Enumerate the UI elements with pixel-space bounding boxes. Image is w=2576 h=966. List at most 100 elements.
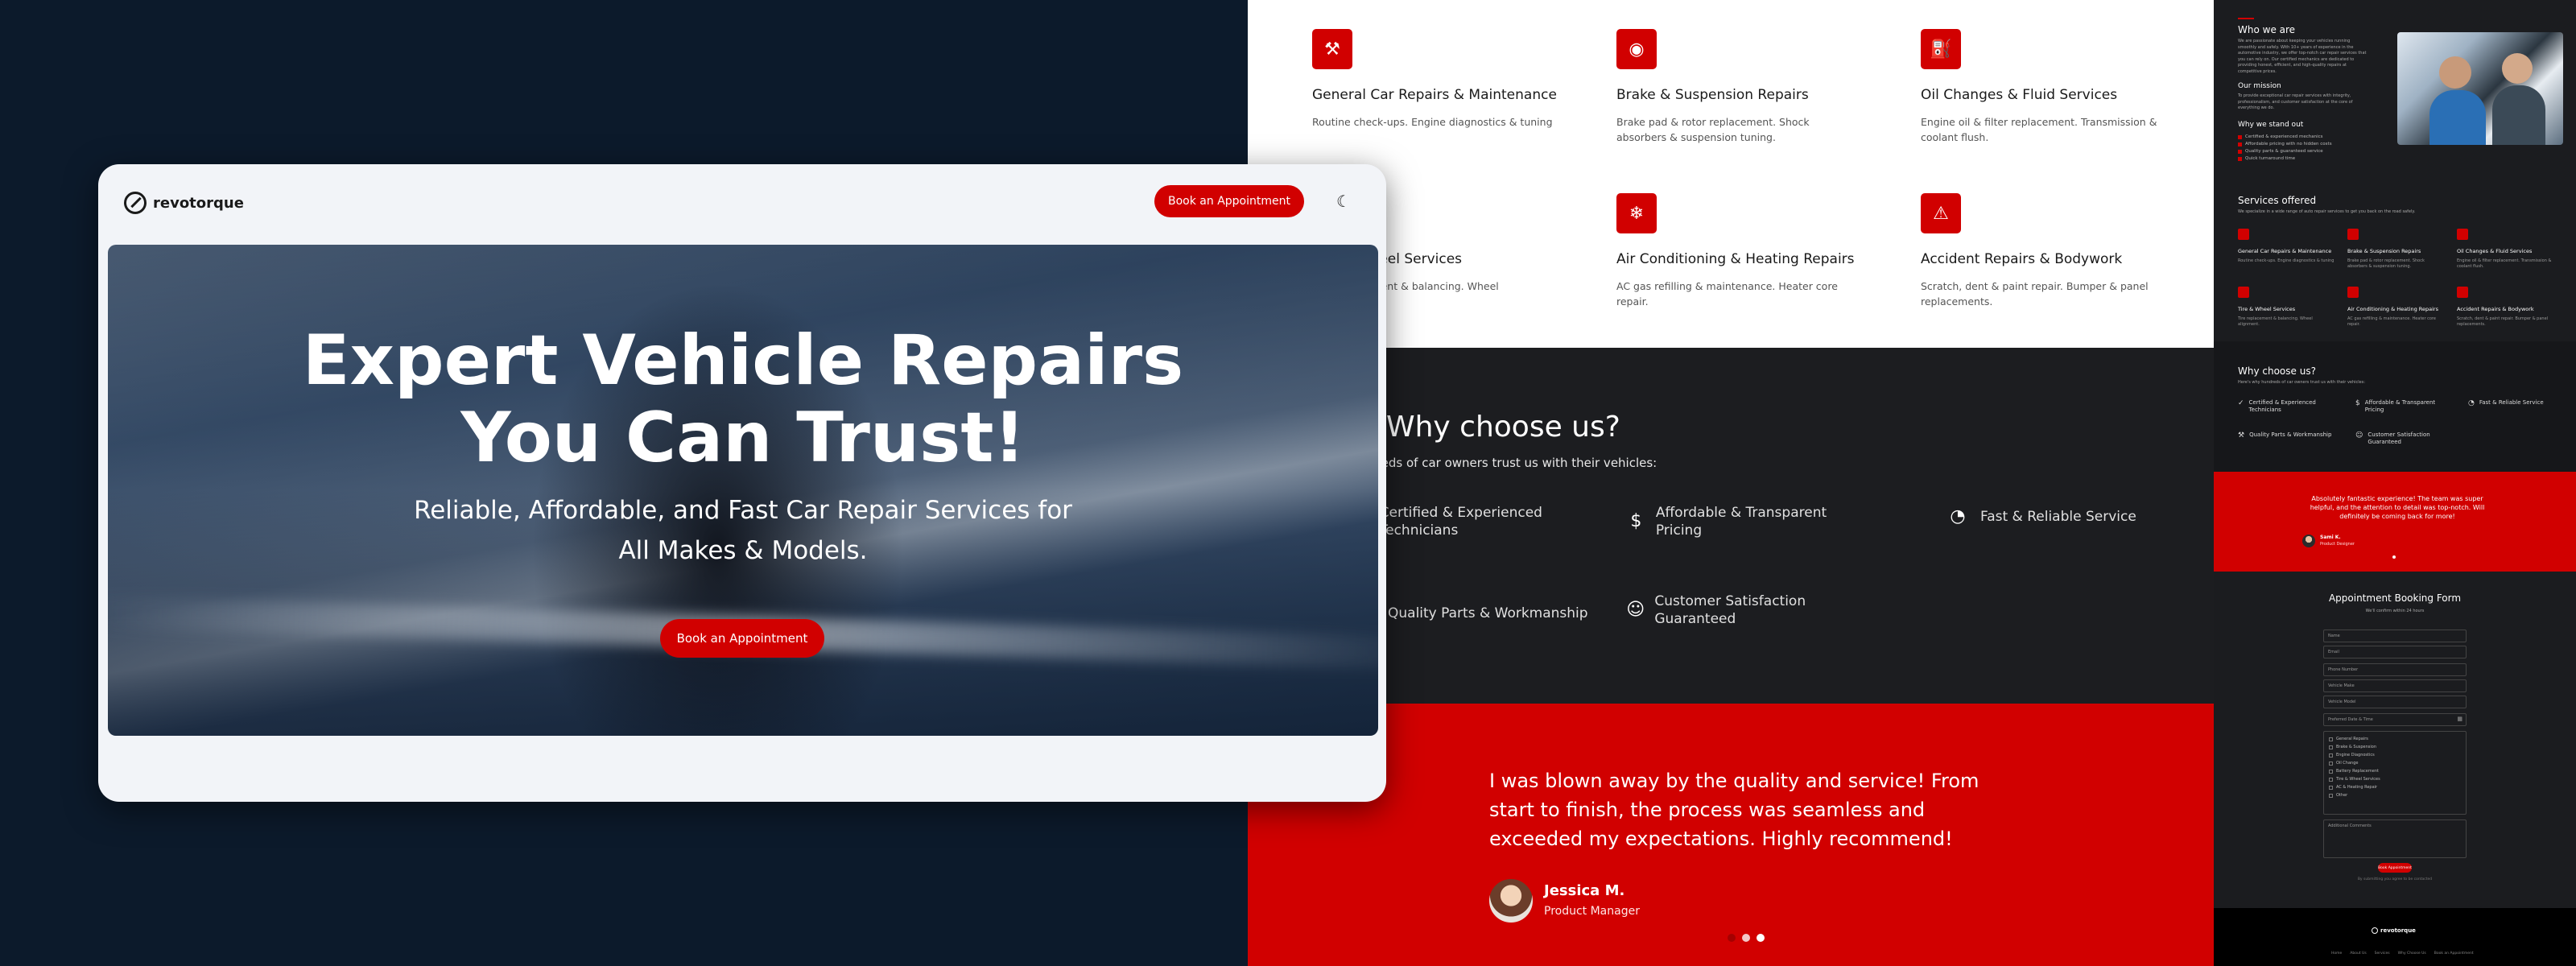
snowflake-icon: ❄ xyxy=(1616,193,1657,233)
service-desc: Scratch, dent & paint repair. Bumper & p… xyxy=(1921,280,2149,308)
services-heading: Services offered xyxy=(2238,195,2317,206)
service-card[interactable]: ⛽ Oil Changes & Fluid Services Engine oi… xyxy=(1921,29,2162,146)
service-card[interactable]: Oil Changes & Fluid Services Engine oil … xyxy=(2457,229,2553,270)
carousel-dot-active[interactable] xyxy=(1742,934,1750,942)
vehicle-make-field[interactable]: Vehicle Make xyxy=(2323,679,2467,692)
full-page-preview-panel: Who we are We are passionate about keepi… xyxy=(2214,0,2576,966)
vehicle-model-field[interactable]: Vehicle Model xyxy=(2323,696,2467,708)
hero-banner: Expert Vehicle Repairs You Can Trust! Rel… xyxy=(108,245,1378,736)
checkbox-option[interactable]: Tire & Wheel Services xyxy=(2329,777,2461,782)
checkbox-option[interactable]: Oil Change xyxy=(2329,761,2461,766)
calendar-icon: ▦ xyxy=(2457,716,2462,722)
logo[interactable]: revotorque xyxy=(124,192,244,214)
certified-icon: ✓ xyxy=(2238,399,2244,407)
dollar-check-icon: $ xyxy=(2355,399,2360,407)
testimonial-preview: Absolutely fantastic experience! The tea… xyxy=(2214,472,2576,572)
why-feature-label: Affordable & Transparent Pricing xyxy=(1655,505,1827,539)
book-appointment-button[interactable]: Book an Appointment xyxy=(1154,185,1304,217)
testimonial-quote: I was blown away by the quality and serv… xyxy=(1489,770,1979,850)
form-note: By submitting you agree to be contacted xyxy=(2357,877,2433,881)
dollar-check-icon: $ xyxy=(1630,510,1642,531)
testimonial-name: Sami K. xyxy=(2320,535,2341,540)
checkbox-option[interactable]: Engine Diagnostics xyxy=(2329,753,2461,758)
list-item: Certified & experienced mechanics xyxy=(2238,134,2332,139)
service-card[interactable]: ⚠ Accident Repairs & Bodywork Scratch, d… xyxy=(1921,193,2162,310)
checkbox-option[interactable]: AC & Heating Repair xyxy=(2329,785,2461,790)
why-feature: ✓ Certified & Experienced Technicians xyxy=(2238,399,2316,414)
carousel-dot[interactable] xyxy=(1728,934,1736,942)
footer-brand: revotorque xyxy=(2380,927,2416,934)
service-card[interactable]: General Car Repairs & Maintenance Routin… xyxy=(2238,229,2334,264)
name-field[interactable]: Name xyxy=(2323,630,2467,642)
testimonial-quote: Absolutely fantastic experience! The tea… xyxy=(2310,495,2485,521)
footer-link[interactable]: About Us xyxy=(2350,952,2366,956)
form-sub: We'll confirm within 24 hours xyxy=(2365,609,2425,613)
why-subheading: Hundreds of car owners trust us with the… xyxy=(1344,456,1657,470)
hero-book-appointment-button[interactable]: Book an Appointment xyxy=(660,619,824,658)
service-card[interactable]: Tire & Wheel Services Tire replacement &… xyxy=(2238,287,2334,328)
footer-link[interactable]: Services xyxy=(2375,952,2390,956)
footer-link[interactable]: Home xyxy=(2331,952,2342,956)
stand-list: Certified & experienced mechanics Afford… xyxy=(2238,132,2332,161)
service-desc: Routine check-ups. Engine diagnostics & … xyxy=(2238,258,2334,263)
why-heading: Why choose us? xyxy=(2238,365,2316,377)
who-text: We are passionate about keeping your veh… xyxy=(2238,39,2367,74)
service-card[interactable]: ⚒ General Car Repairs & Maintenance Rout… xyxy=(1312,29,1557,130)
browser-window: revotorque Book an Appointment ☾ Expert … xyxy=(98,164,1386,802)
service-title: Air Conditioning & Heating Repairs xyxy=(2347,306,2438,312)
testimonial-section: I was blown away by the quality and serv… xyxy=(1248,704,2214,966)
service-card[interactable]: Air Conditioning & Heating Repairs AC ga… xyxy=(2347,287,2444,328)
list-item: Affordable pricing with no hidden costs xyxy=(2238,142,2332,147)
service-title: Oil Changes & Fluid Services xyxy=(2457,248,2533,254)
service-desc: Brake pad & rotor replacement. Shock abs… xyxy=(2347,258,2425,269)
service-card[interactable]: Brake & Suspension Repairs Brake pad & r… xyxy=(2347,229,2444,270)
service-desc: Brake pad & rotor replacement. Shock abs… xyxy=(1616,116,1810,144)
carousel-dot[interactable] xyxy=(2392,555,2396,559)
carousel-dot[interactable] xyxy=(1757,934,1765,942)
why-feature: ☺ Customer Satisfaction Guaranteed xyxy=(2355,431,2430,446)
service-title: Oil Changes & Fluid Services xyxy=(1921,87,2118,103)
why-feature-label: Quality Parts & Workmanship xyxy=(1388,605,1588,621)
checkbox-option[interactable]: Other xyxy=(2329,793,2461,798)
service-desc: Engine oil & filter replacement. Transmi… xyxy=(2457,258,2552,269)
accent-line xyxy=(2238,18,2254,19)
footer-logo[interactable]: revotorque xyxy=(2372,927,2416,934)
tools-icon: ⚒ xyxy=(2238,431,2245,440)
service-card[interactable]: ◉ Brake & Suspension Repairs Brake pad &… xyxy=(1616,29,1858,146)
checkbox-option[interactable]: Battery Replacement xyxy=(2329,769,2461,774)
navbar: revotorque Book an Appointment ☾ xyxy=(98,164,1386,242)
service-title: Accident Repairs & Bodywork xyxy=(2457,306,2534,312)
phone-field[interactable]: Phone Number xyxy=(2323,663,2467,676)
footer-link[interactable]: Book an Appointment xyxy=(2434,952,2474,956)
checkbox-option[interactable]: General Repairs xyxy=(2329,737,2461,741)
footer xyxy=(2214,908,2576,966)
service-desc: AC gas refilling & maintenance. Heater c… xyxy=(2347,316,2436,327)
car-crash-icon xyxy=(2457,287,2468,298)
service-card[interactable]: ❄ Air Conditioning & Heating Repairs AC … xyxy=(1616,193,1858,310)
wrench-hammer-icon xyxy=(2238,229,2249,240)
checkbox-option[interactable]: Brake & Suspension xyxy=(2329,745,2461,749)
moon-icon[interactable]: ☾ xyxy=(1336,192,1351,211)
why-feature: ⚒ Quality Parts & Workmanship xyxy=(1352,601,1594,626)
comments-field[interactable]: Additional Comments xyxy=(2323,819,2467,858)
service-desc: AC gas refilling & maintenance. Heater c… xyxy=(1616,280,1838,308)
who-heading: Who we are xyxy=(2238,24,2296,35)
why-heading: Why choose us? xyxy=(1386,411,1620,444)
email-field[interactable]: Email xyxy=(2323,646,2467,658)
logo-icon xyxy=(124,192,147,214)
why-feature: $ Affordable & Transparent Pricing xyxy=(1626,504,1827,539)
why-choose-us-section: Why choose us? Hundreds of car owners tr… xyxy=(1248,348,2214,704)
service-desc: Scratch, dent & paint repair. Bumper & p… xyxy=(2457,316,2549,327)
service-title: General Car Repairs & Maintenance xyxy=(2238,248,2332,254)
why-feature-label: Customer Satisfaction Guaranteed xyxy=(1654,593,1806,628)
mission-text: To provide exceptional car repair servic… xyxy=(2238,93,2353,110)
speedometer-icon: ◔ xyxy=(1950,506,1966,526)
service-desc: Engine oil & filter replacement. Transmi… xyxy=(1921,116,2157,144)
service-card[interactable]: Accident Repairs & Bodywork Scratch, den… xyxy=(2457,287,2553,328)
brake-icon: ◉ xyxy=(1616,29,1657,69)
submit-button[interactable]: Book Appointment xyxy=(2378,863,2412,873)
footer-link[interactable]: Why Choose Us xyxy=(2398,952,2426,956)
datetime-field[interactable]: Preferred Date & Time ▦ xyxy=(2323,713,2467,726)
service-options-list: General Repairs Brake & Suspension Engin… xyxy=(2323,731,2467,815)
website-sections-panel: ⚒ General Car Repairs & Maintenance Rout… xyxy=(1248,0,2214,966)
